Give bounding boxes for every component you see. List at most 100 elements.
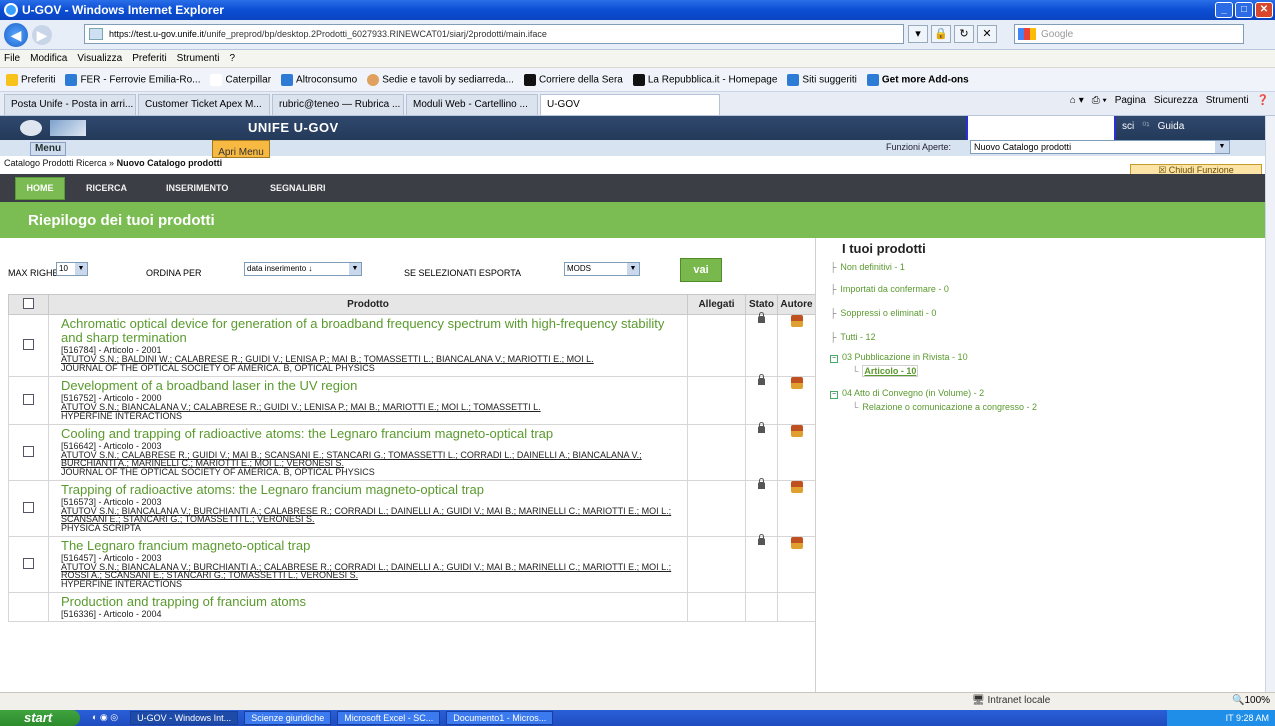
task-excel[interactable]: Microsoft Excel - SC... [337,711,441,725]
col-allegati[interactable]: Allegati [687,294,746,315]
nav-inserimento[interactable]: INSERIMENTO [166,183,228,193]
maximize-button[interactable]: □ [1235,2,1253,18]
fav-altroconsumo[interactable]: Altroconsumo [281,73,357,86]
section-header: Riepilogo dei tuoi prodotti [0,202,1265,238]
row-checkbox[interactable] [23,339,34,350]
products-table: Prodotto Allegati Stato Autore Achromati… [8,294,815,622]
tree-item-cat04[interactable]: −04 Atto di Convegno (in Volume) - 2 [830,388,984,399]
row-checkbox[interactable] [23,502,34,513]
tree-item-tutti[interactable]: ├ Tutti - 12 [830,332,876,342]
tab-moduli-web[interactable]: Moduli Web - Cartellino ... [406,94,538,115]
tab-rubrica[interactable]: rubric@teneo — Rubrica ... [272,94,404,115]
tree-item-non-definitivi[interactable]: ├ Non definitivi - 1 [830,262,905,272]
product-title-link[interactable]: Production and trapping of francium atom… [61,595,675,609]
menu-file[interactable]: File [4,53,20,64]
fav-corriere[interactable]: Corriere della Sera [523,73,623,86]
user-icon[interactable] [790,315,803,327]
strumenti-menu[interactable]: Strumenti [1206,95,1249,106]
tab-posta-unife[interactable]: Posta Unife - Posta in arri... [4,94,136,115]
language-indicator[interactable]: IT [1226,713,1234,723]
select-all-checkbox[interactable] [23,297,34,309]
tab-customer-ticket[interactable]: Customer Ticket Apex M... [138,94,270,115]
sicurezza-menu[interactable]: Sicurezza [1154,95,1198,106]
tree-item-importati[interactable]: ├ Importati da confermare - 0 [830,284,949,294]
menu-visualizza[interactable]: Visualizza [77,53,122,64]
tree-item-relazione[interactable]: └ Relazione o comunicazione a congresso -… [852,402,1037,412]
row-checkbox[interactable] [23,558,34,569]
logout-icon: ⁰¹ [1142,121,1150,132]
nav-segnalibri[interactable]: SEGNALIBRI [270,183,326,193]
pagina-menu[interactable]: Pagina [1115,95,1146,106]
address-bar[interactable]: https://test.u-gov.unife.it/unife_prepro… [84,24,904,44]
fav-fer[interactable]: FER - Ferrovie Emilia-Ro... [65,73,200,86]
breadcrumb-current: Nuovo Catalogo prodotti [116,158,223,168]
home-icon[interactable]: ⌂ ▾ [1070,95,1084,106]
dropdown-icon[interactable]: ▾ [908,25,928,43]
collapse-icon[interactable]: − [830,355,838,363]
start-button[interactable]: start [0,710,80,726]
product-title-link[interactable]: Trapping of radioactive atoms: the Legna… [61,483,675,497]
product-title-link[interactable]: Cooling and trapping of radioactive atom… [61,427,675,441]
lock-icon [758,422,765,433]
row-checkbox[interactable] [23,446,34,457]
menu-preferiti[interactable]: Preferiti [132,53,166,64]
vertical-scrollbar[interactable] [1265,116,1275,692]
breadcrumb-parent[interactable]: Catalogo Prodotti Ricerca » [4,158,114,168]
fav-siti-suggeriti[interactable]: Siti suggeriti [787,73,857,86]
esporta-select[interactable]: MODS ▼ [564,262,640,276]
menu-modifica[interactable]: Modifica [30,53,67,64]
task-scienze-giuridiche[interactable]: Scienze giuridiche [244,711,332,725]
refresh-icon[interactable]: ↻ [954,25,974,43]
url-path: /unife_preprod/bp/desktop.2Prodotti_6027… [203,29,547,39]
nav-ricerca[interactable]: RICERCA [86,183,127,193]
chevron-down-icon: ▼ [627,263,639,275]
user-icon[interactable] [790,377,803,389]
tree-item-articolo[interactable]: └ Articolo - 10 [852,365,919,377]
product-title-link[interactable]: The Legnaro francium magneto-optical tra… [61,539,675,553]
help-icon[interactable]: ❓ [1257,95,1269,106]
back-button[interactable]: ◀ [4,22,28,47]
google-icon [1018,28,1036,40]
collapse-icon[interactable]: − [830,391,838,399]
esci-link[interactable]: sci [1122,121,1134,132]
quicklaunch-icons[interactable]: ◐ ◉ ◎ [86,711,124,725]
vai-button[interactable]: vai [680,258,722,282]
menu-help[interactable]: ? [229,53,235,64]
close-window-button[interactable]: ✕ [1255,2,1273,18]
guida-link[interactable]: Guida [1158,121,1185,132]
col-prodotto[interactable]: Prodotto [48,294,688,315]
tree-item-soppressi[interactable]: ├ Soppressi o eliminati - 0 [830,308,936,318]
forward-button[interactable]: ▶ [32,24,52,45]
user-icon[interactable] [790,481,803,493]
fav-sediarreda[interactable]: Sedie e tavoli by sediarreda... [367,73,514,86]
lock-icon[interactable]: 🔒 [931,25,951,43]
user-icon[interactable] [790,537,803,549]
product-title-link[interactable]: Development of a broadband laser in the … [61,379,675,393]
nav-home[interactable]: HOME [15,177,65,200]
stop-icon[interactable]: ✕ [977,25,997,43]
task-documento1[interactable]: Documento1 - Micros... [446,711,554,725]
fav-addons[interactable]: Get more Add-ons [866,73,969,86]
user-icon[interactable] [790,425,803,437]
minimize-button[interactable]: _ [1215,2,1233,18]
product-title-link[interactable]: Achromatic optical device for generation… [61,317,675,345]
max-righe-select[interactable]: 10 ▼ [56,262,88,276]
ordina-per-select[interactable]: data inserimento ↓ ▼ [244,262,362,276]
zoom-level[interactable]: 🔍100% [1232,695,1270,706]
tree-item-cat03[interactable]: −03 Pubblicazione in Rivista - 10 [830,352,968,363]
col-autore[interactable]: Autore [777,294,815,315]
security-zone: 🖥 Intranet locale [972,695,1051,706]
address-toolbar: ◀ ▶ https://test.u-gov.unife.it/unife_pr… [0,20,1275,50]
menu-strumenti[interactable]: Strumenti [177,53,220,64]
tab-u-gov[interactable]: U-GOV [540,94,720,115]
apri-menu-button[interactable]: Apri Menu [212,140,270,158]
fav-caterpillar[interactable]: Caterpillar [210,73,271,86]
favorites-button[interactable]: Preferiti [6,73,55,86]
search-input[interactable]: Google [1014,24,1244,44]
row-checkbox[interactable] [23,394,34,405]
menu-button[interactable]: Menu [30,142,66,156]
print-icon[interactable]: ⎙ ▾ [1092,95,1107,106]
task-u-gov[interactable]: U-GOV - Windows Int... [130,711,239,725]
fav-repubblica[interactable]: La Repubblica.it - Homepage [632,73,777,86]
funzioni-aperte-select[interactable]: Nuovo Catalogo prodotti ▼ [970,140,1230,154]
